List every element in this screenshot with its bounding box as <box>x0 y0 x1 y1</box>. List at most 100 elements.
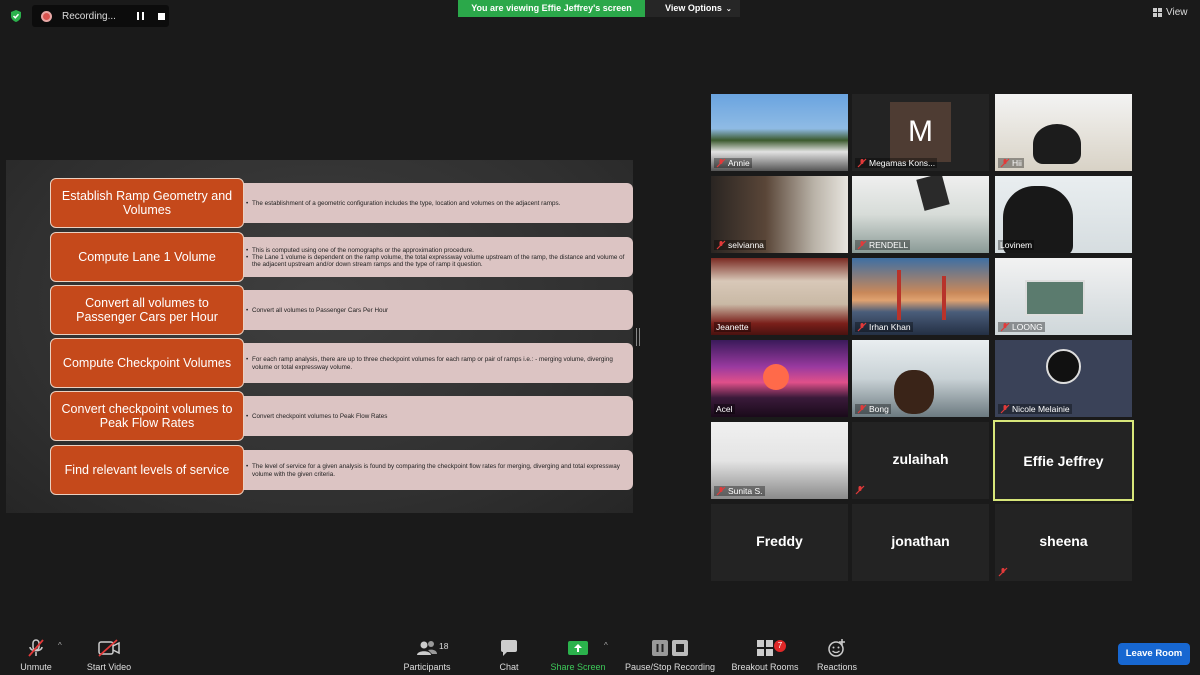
step-title: Compute Lane 1 Volume <box>50 232 244 282</box>
participant-name: Acel <box>714 404 735 414</box>
leave-room-button[interactable]: Leave Room <box>1118 643 1190 665</box>
mic-muted-icon <box>1000 322 1010 332</box>
mic-muted-icon <box>716 486 726 496</box>
participant-tile[interactable]: LOONG <box>995 258 1132 335</box>
step-description-bullet: For each ramp analysis, there are up to … <box>246 356 627 370</box>
participant-name-text: Annie <box>728 158 750 168</box>
security-shield-icon[interactable] <box>9 9 23 23</box>
participant-tile[interactable]: Hii <box>995 94 1132 171</box>
participant-tile[interactable]: Sunita S. <box>711 422 848 499</box>
step-description: The establishment of a geometric configu… <box>235 183 633 223</box>
step-row: The establishment of a geometric configu… <box>50 178 633 230</box>
mic-muted-icon <box>1000 158 1010 168</box>
participant-tile-active-speaker[interactable]: Effie Jeffrey <box>993 420 1134 501</box>
participant-name: LOONG <box>998 322 1045 332</box>
microphone-muted-icon <box>28 639 44 657</box>
chat-button[interactable]: Chat <box>494 637 524 672</box>
recording-indicator: Recording... <box>32 5 169 27</box>
step-description-bullet: The Lane 1 volume is dependent on the ra… <box>246 254 627 268</box>
step-title: Compute Checkpoint Volumes <box>50 338 244 388</box>
step-row: For each ramp analysis, there are up to … <box>50 338 633 390</box>
step-title: Find relevant levels of service <box>50 445 244 495</box>
mic-muted-icon <box>998 567 1008 577</box>
breakout-rooms-icon <box>757 640 773 656</box>
avatar: M <box>890 102 951 162</box>
view-options-label: View Options <box>665 3 722 13</box>
participant-name: Annie <box>714 158 752 168</box>
participant-name: Hii <box>998 158 1024 168</box>
breakout-rooms-button[interactable]: Breakout Rooms <box>729 637 801 672</box>
breakout-rooms-label: Breakout Rooms <box>731 662 799 672</box>
participant-name: Bong <box>855 404 891 414</box>
participant-tile[interactable]: Jeanette <box>711 258 848 335</box>
participant-name: Megamas Kons... <box>855 158 938 168</box>
participant-name-text: Sunita S. <box>728 486 763 496</box>
obs-logo-icon <box>1046 349 1081 384</box>
mic-muted-icon <box>857 240 867 250</box>
participant-name-text: Irhan Khan <box>869 322 911 332</box>
participant-tile[interactable]: Freddy <box>711 504 848 581</box>
participant-tile[interactable]: zulaihah <box>852 422 989 499</box>
participant-name: Nicole Melainie <box>998 404 1072 414</box>
unmute-button[interactable]: Unmute <box>16 637 56 672</box>
participant-tile[interactable]: Bong <box>852 340 989 417</box>
pause-recording-button[interactable] <box>134 10 147 23</box>
pause-stop-recording-button[interactable]: Pause/Stop Recording <box>621 637 719 672</box>
view-options-button[interactable]: View Options ⌄ <box>645 0 740 17</box>
participant-name: Irhan Khan <box>855 322 913 332</box>
stop-icon <box>158 12 165 20</box>
mic-muted-icon <box>716 240 726 250</box>
participant-tile[interactable]: Annie <box>711 94 848 171</box>
participant-tile[interactable]: selvianna <box>711 176 848 253</box>
pause-recording-icon <box>652 640 668 656</box>
start-video-button[interactable]: Start Video <box>82 637 136 672</box>
participant-tile[interactable]: Nicole Melainie <box>995 340 1132 417</box>
video-camera-off-icon <box>98 639 120 657</box>
reactions-label: Reactions <box>816 662 858 672</box>
participant-tile[interactable]: M Megamas Kons... <box>852 94 989 171</box>
stop-recording-icon <box>672 640 688 656</box>
participant-name-text: sheena <box>1039 533 1088 549</box>
participant-tile[interactable]: sheena <box>995 504 1132 581</box>
mic-muted-icon <box>857 322 867 332</box>
mic-muted-icon <box>857 404 867 414</box>
recording-label: Recording... <box>62 10 116 22</box>
participant-name: Sunita S. <box>714 486 765 496</box>
step-title: Establish Ramp Geometry and Volumes <box>50 178 244 228</box>
view-button[interactable]: View <box>1153 7 1188 18</box>
participant-name-text: Bong <box>869 404 889 414</box>
participant-name-text: RENDELL <box>869 240 909 250</box>
participant-tile[interactable]: Lovinem <box>995 176 1132 253</box>
viewing-screen-banner: You are viewing Effie Jeffrey's screen <box>458 0 645 17</box>
participant-name: Lovinem <box>998 240 1035 250</box>
share-options-caret-icon[interactable]: ^ <box>604 641 608 650</box>
participants-icon <box>417 641 437 655</box>
step-row: The level of service for a given analysi… <box>50 445 633 497</box>
participant-tile[interactable]: Acel <box>711 340 848 417</box>
stop-recording-button[interactable] <box>155 10 168 23</box>
participant-tile[interactable]: Irhan Khan <box>852 258 989 335</box>
mic-muted-icon <box>855 485 865 495</box>
pause-stop-recording-label: Pause/Stop Recording <box>624 662 716 672</box>
shared-screen-slide: The establishment of a geometric configu… <box>6 160 633 513</box>
share-screen-label: Share Screen <box>550 662 606 672</box>
step-row: This is computed using one of the nomogr… <box>50 232 633 284</box>
step-title: Convert all volumes to Passenger Cars pe… <box>50 285 244 335</box>
split-view-resize-handle[interactable] <box>636 328 640 346</box>
participant-name-text: jonathan <box>891 533 950 549</box>
participant-name: selvianna <box>714 240 766 250</box>
pause-icon <box>137 12 144 20</box>
step-description: Convert checkpoint volumes to Peak Flow … <box>235 396 633 436</box>
reactions-button[interactable]: Reactions <box>815 637 859 672</box>
step-title: Convert checkpoint volumes to Peak Flow … <box>50 391 244 441</box>
share-screen-button[interactable]: Share Screen <box>548 637 608 672</box>
participant-tile[interactable]: jonathan <box>852 504 989 581</box>
participant-name-text: Effie Jeffrey <box>1023 453 1104 469</box>
step-description: The level of service for a given analysi… <box>235 450 633 490</box>
zoom-meeting-window: Recording... You are viewing Effie Jeffr… <box>0 0 1200 675</box>
participant-name-text: LOONG <box>1012 322 1043 332</box>
mic-muted-icon <box>716 158 726 168</box>
audio-options-caret-icon[interactable]: ^ <box>58 641 62 650</box>
chevron-down-icon: ⌄ <box>725 6 732 13</box>
participant-tile[interactable]: RENDELL <box>852 176 989 253</box>
